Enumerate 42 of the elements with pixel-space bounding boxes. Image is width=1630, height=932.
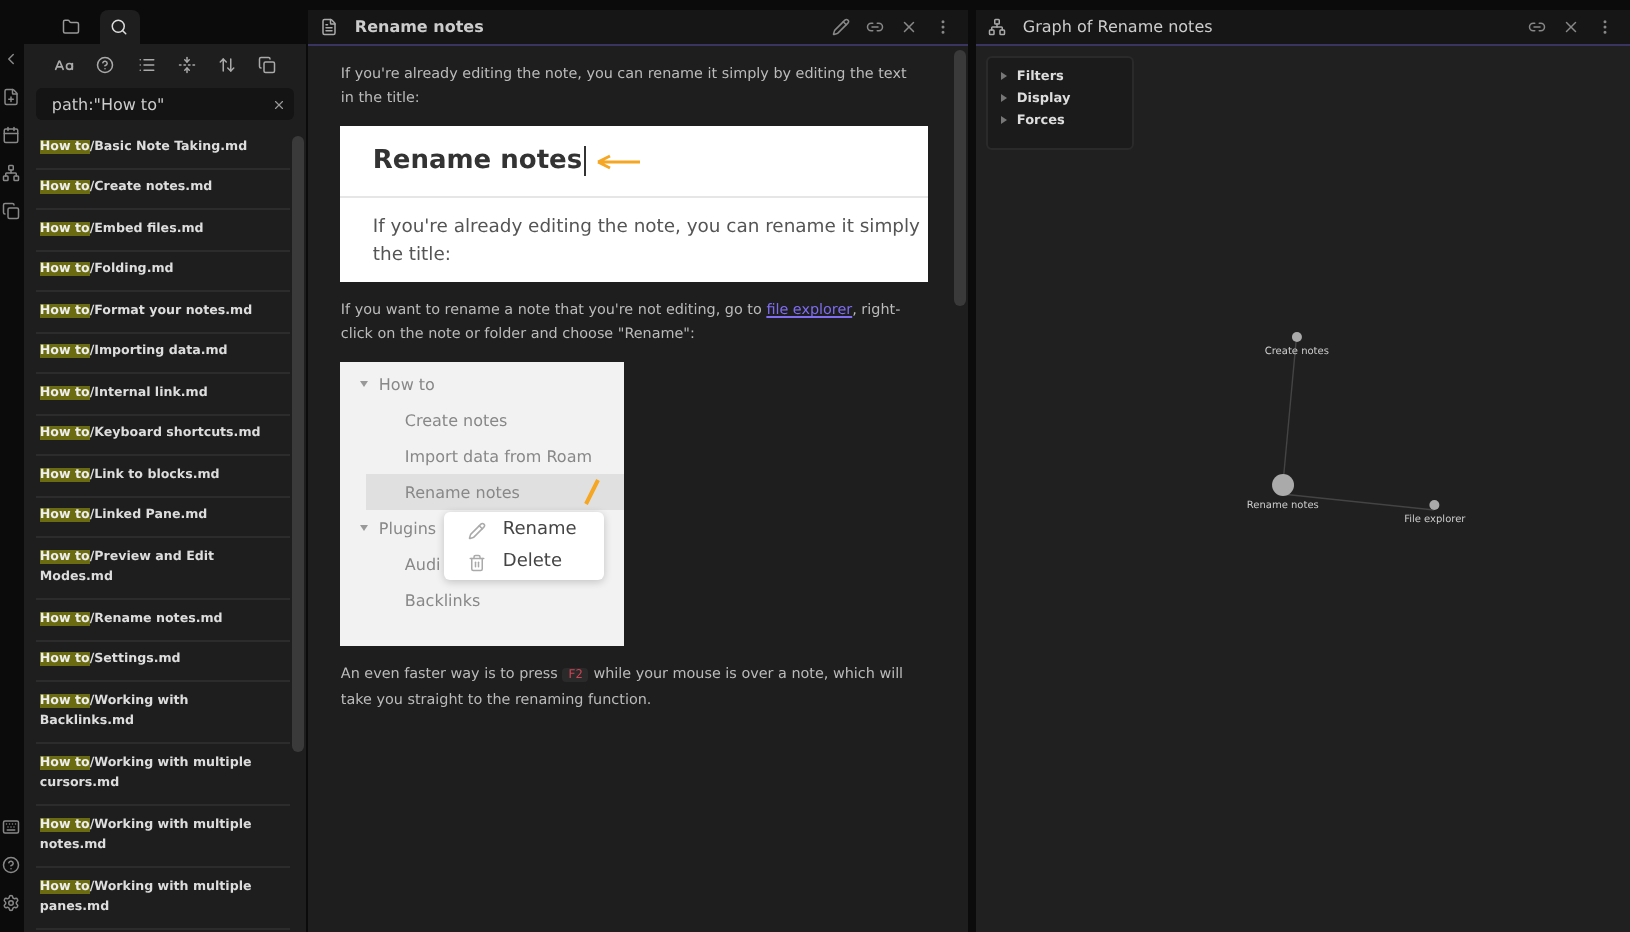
trash-icon xyxy=(468,553,487,571)
search-input[interactable]: path:"How to" xyxy=(51,95,273,113)
pane-title: Rename notes xyxy=(354,18,486,36)
link-icon[interactable] xyxy=(866,18,885,36)
link-icon[interactable] xyxy=(1528,18,1546,36)
scrollbar[interactable] xyxy=(954,50,967,306)
settings-icon[interactable] xyxy=(2,894,21,912)
document-icon xyxy=(320,18,339,36)
tree-item: Backlinks xyxy=(404,591,481,609)
collapse-icon[interactable] xyxy=(177,56,196,76)
pane-title: Graph of Rename notes xyxy=(1022,18,1215,36)
help-icon[interactable] xyxy=(96,56,115,76)
tree-folder: How to xyxy=(378,375,435,393)
arrow-icon xyxy=(594,153,643,169)
edit-icon[interactable] xyxy=(832,18,851,36)
sort-icon[interactable] xyxy=(217,56,236,76)
calendar-icon[interactable] xyxy=(2,126,21,144)
tree-item: Create notes xyxy=(404,411,508,429)
copy-icon[interactable] xyxy=(2,202,21,220)
tree-item: Audi xyxy=(404,555,441,573)
scrollbar[interactable] xyxy=(292,136,305,752)
tree-folder: Plugins xyxy=(378,519,437,537)
close-icon[interactable] xyxy=(900,18,919,36)
search-icon xyxy=(110,18,129,36)
match-case-icon[interactable] xyxy=(54,56,75,76)
help-icon[interactable] xyxy=(2,856,21,874)
close-icon[interactable] xyxy=(1562,18,1580,36)
tree-item: Rename notes xyxy=(404,483,520,501)
list-icon[interactable] xyxy=(137,56,156,76)
screenshot-heading: Rename notes xyxy=(372,146,587,176)
copy-icon[interactable] xyxy=(257,56,276,76)
screenshot-text: If you're already editing the note, you can rename it simply the title: xyxy=(370,214,922,270)
search-field[interactable]: path:"How to" xyxy=(35,88,295,120)
graph-icon[interactable] xyxy=(2,164,21,182)
file-icon[interactable] xyxy=(2,88,21,106)
clear-icon[interactable] xyxy=(272,97,287,111)
tree-item: Import data from Roam xyxy=(404,447,593,465)
keyboard-icon[interactable] xyxy=(2,818,21,836)
folder-icon xyxy=(62,18,81,36)
search-tab[interactable] xyxy=(99,10,140,44)
graph-icon xyxy=(988,18,1007,36)
pencil-icon xyxy=(468,521,487,539)
